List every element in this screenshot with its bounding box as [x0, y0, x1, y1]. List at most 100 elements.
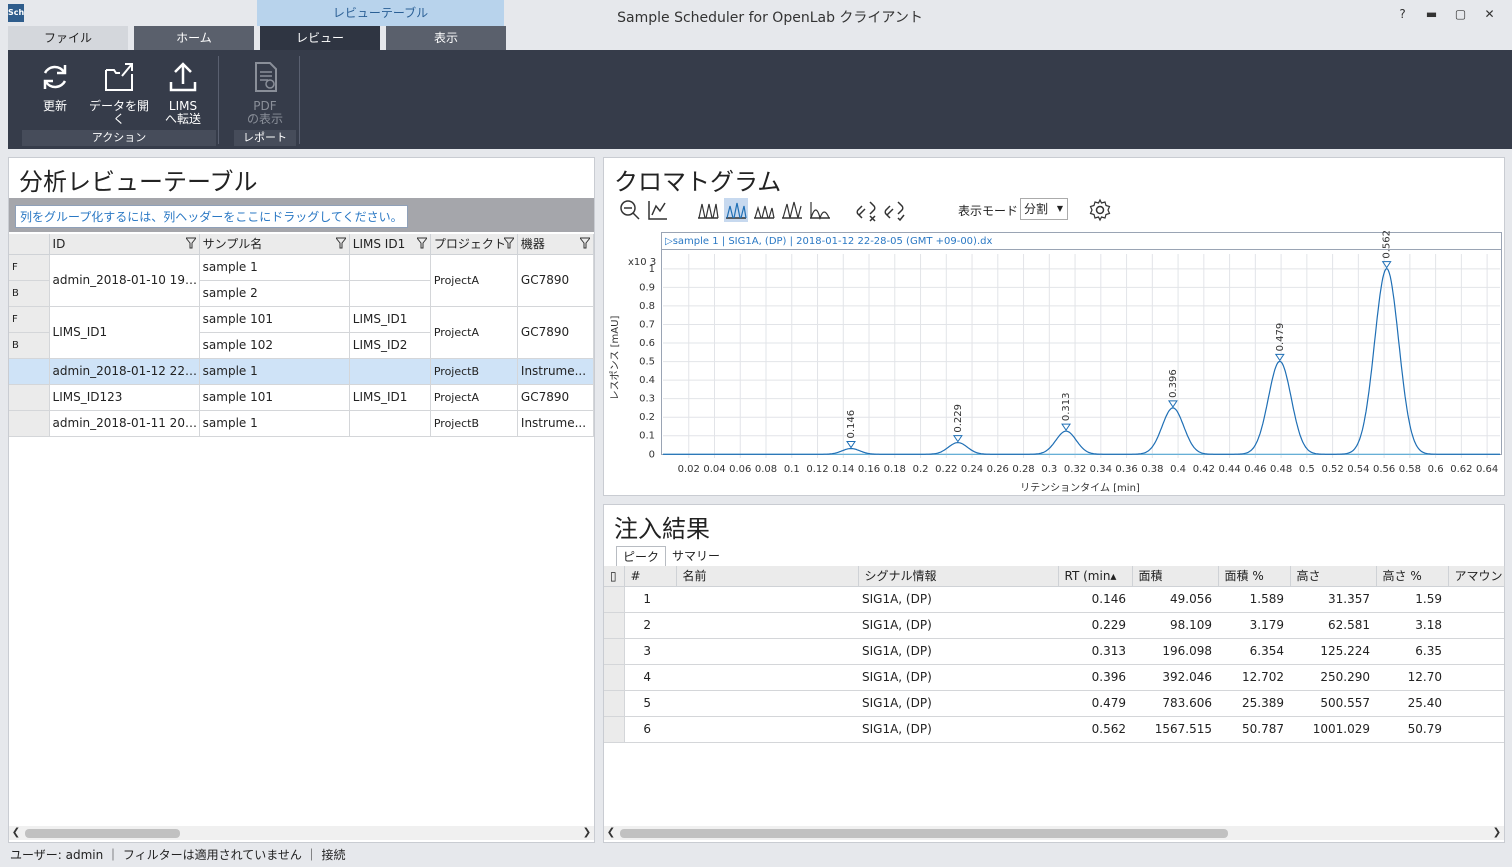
table-row[interactable]: 5 SIG1A, (DP) 0.479 783.606 25.389 500.557 25.…	[604, 690, 1504, 717]
cell-height[interactable]: 250.290	[1290, 664, 1376, 691]
cell-name[interactable]	[676, 716, 858, 743]
cell-instrument[interactable]: Instrume...	[517, 358, 595, 385]
table-row[interactable]: 1 SIG1A, (DP) 0.146 49.056 1.589 31.357 1.59	[604, 586, 1504, 613]
lims-transfer-button[interactable]: LIMS へ転送	[152, 60, 214, 140]
tab-home[interactable]: ホーム	[134, 26, 254, 50]
cell-amount[interactable]	[1448, 612, 1504, 639]
minimize-button[interactable]: ▬	[1417, 4, 1446, 24]
scrollbar-thumb[interactable]	[25, 829, 180, 838]
cell-height-pct[interactable]: 3.18	[1376, 612, 1448, 639]
cell-instrument[interactable]: GC7890	[517, 384, 595, 411]
cell-project[interactable]: ProjectB	[430, 358, 518, 385]
column-header-area[interactable]: 面積	[1132, 566, 1219, 587]
cell-sample-name[interactable]: sample 2	[199, 280, 350, 307]
scrollbar-thumb[interactable]	[620, 829, 1228, 838]
table-row[interactable]: admin_2018-01-11 20-... sample 1 Project…	[9, 410, 595, 437]
cell-area[interactable]: 783.606	[1132, 690, 1218, 717]
cell-height-pct[interactable]: 1.59	[1376, 586, 1448, 613]
column-header-amount[interactable]: アマウント	[1448, 566, 1505, 587]
column-header-lims-id1[interactable]: LIMS ID1	[349, 234, 431, 255]
column-header-area-pct[interactable]: 面積 %	[1218, 566, 1291, 587]
cell-rt[interactable]: 0.313	[1058, 638, 1132, 665]
cell-amount[interactable]	[1448, 638, 1504, 665]
table-row[interactable]: F LIMS_ID1 sample 101 LIMS_ID1 ProjectA …	[9, 306, 595, 359]
cell-height[interactable]: 1001.029	[1290, 716, 1376, 743]
cell-height[interactable]: 62.581	[1290, 612, 1376, 639]
tab-peak[interactable]: ピーク	[616, 546, 667, 566]
cell-sample-name[interactable]: sample 1	[199, 358, 350, 385]
cell-id[interactable]: LIMS_ID123	[49, 384, 200, 411]
cell-area-pct[interactable]: 12.702	[1218, 664, 1290, 691]
help-button[interactable]: ?	[1388, 4, 1417, 24]
cell-signal[interactable]: SIG1A, (DP)	[858, 586, 1058, 613]
table-row[interactable]: 2 SIG1A, (DP) 0.229 98.109 3.179 62.581 3.18	[604, 612, 1504, 639]
cell-amount[interactable]	[1448, 690, 1504, 717]
cell-area-pct[interactable]: 25.389	[1218, 690, 1290, 717]
cell-amount[interactable]	[1448, 586, 1504, 613]
cell-signal[interactable]: SIG1A, (DP)	[858, 638, 1058, 665]
cell-area-pct[interactable]: 6.354	[1218, 638, 1290, 665]
column-header-id[interactable]: ID	[49, 234, 200, 255]
filter-icon[interactable]	[503, 237, 514, 249]
cell-height-pct[interactable]: 12.70	[1376, 664, 1448, 691]
cell-id[interactable]: admin_2018-01-11 20-...	[49, 410, 200, 437]
cell-lims-id1[interactable]: LIMS_ID1	[349, 306, 431, 333]
filter-icon[interactable]	[335, 237, 346, 249]
table-row[interactable]: F admin_2018-01-10 19-... sample 1 Proje…	[9, 254, 595, 307]
column-header-rt[interactable]: RT (min▴	[1058, 566, 1133, 587]
tab-summary[interactable]: サマリー	[666, 546, 726, 566]
filter-icon[interactable]	[416, 237, 427, 249]
scroll-right-icon[interactable]: ❯	[580, 826, 594, 840]
cell-instrument[interactable]: GC7890	[517, 254, 595, 307]
cell-n[interactable]: 3	[624, 638, 676, 665]
column-header-sample-name[interactable]: サンプル名	[199, 234, 350, 255]
cell-name[interactable]	[676, 586, 858, 613]
cell-rt[interactable]: 0.479	[1058, 690, 1132, 717]
cell-area-pct[interactable]: 3.179	[1218, 612, 1290, 639]
cell-rt[interactable]: 0.396	[1058, 664, 1132, 691]
cell-signal[interactable]: SIG1A, (DP)	[858, 716, 1058, 743]
table-row-selected[interactable]: admin_2018-01-12 22-... sample 1 Project…	[9, 358, 595, 385]
cell-height-pct[interactable]: 25.40	[1376, 690, 1448, 717]
cell-n[interactable]: 5	[624, 690, 676, 717]
cell-instrument[interactable]: GC7890	[517, 306, 595, 359]
tab-file[interactable]: ファイル	[8, 26, 128, 50]
cell-area[interactable]: 49.056	[1132, 586, 1218, 613]
cell-name[interactable]	[676, 664, 858, 691]
cell-lims-id1[interactable]: LIMS_ID1	[349, 384, 431, 411]
cell-project[interactable]: ProjectA	[430, 306, 518, 359]
cell-sample-name[interactable]: sample 102	[199, 332, 350, 359]
cell-amount[interactable]	[1448, 716, 1504, 743]
cell-area[interactable]: 392.046	[1132, 664, 1218, 691]
cell-n[interactable]: 2	[624, 612, 676, 639]
cell-project[interactable]: ProjectA	[430, 384, 518, 411]
cell-area[interactable]: 1567.515	[1132, 716, 1218, 743]
table-row[interactable]: 3 SIG1A, (DP) 0.313 196.098 6.354 125.224 6.35	[604, 638, 1504, 665]
cell-height[interactable]: 500.557	[1290, 690, 1376, 717]
cell-height[interactable]: 31.357	[1290, 586, 1376, 613]
cell-area[interactable]: 196.098	[1132, 638, 1218, 665]
column-header-project[interactable]: プロジェクト	[430, 234, 518, 255]
cell-rt[interactable]: 0.146	[1058, 586, 1132, 613]
cell-signal[interactable]: SIG1A, (DP)	[858, 664, 1058, 691]
cell-n[interactable]: 4	[624, 664, 676, 691]
cell-rt[interactable]: 0.562	[1058, 716, 1132, 743]
maximize-button[interactable]: ▢	[1446, 4, 1475, 24]
column-header-height-pct[interactable]: 高さ %	[1376, 566, 1449, 587]
table-row[interactable]: 6 SIG1A, (DP) 0.562 1567.515 50.787 1001.029 5…	[604, 716, 1504, 743]
cell-height-pct[interactable]: 50.79	[1376, 716, 1448, 743]
cell-lims-id1[interactable]	[349, 280, 431, 307]
cell-n[interactable]: 1	[624, 586, 676, 613]
grouping-bar[interactable]: 列をグループ化するには、列ヘッダーをここにドラッグしてください。	[9, 198, 594, 232]
cell-id[interactable]: admin_2018-01-10 19-...	[49, 254, 200, 307]
filter-icon[interactable]	[580, 237, 590, 249]
chromatogram-chart[interactable]: 0.02 0.04 0.06 0.08 0.1 0.12 0.14 0.16 0.18 0.2 0.…	[604, 158, 1504, 495]
cell-area-pct[interactable]: 1.589	[1218, 586, 1290, 613]
cell-n[interactable]: 6	[624, 716, 676, 743]
scroll-right-icon[interactable]: ❯	[1490, 826, 1504, 840]
column-header-height[interactable]: 高さ	[1290, 566, 1377, 587]
cell-area[interactable]: 98.109	[1132, 612, 1218, 639]
horizontal-scrollbar[interactable]: ❮ ❯	[9, 826, 594, 840]
cell-instrument[interactable]: Instrume...	[517, 410, 595, 437]
tab-view[interactable]: 表示	[386, 26, 506, 50]
